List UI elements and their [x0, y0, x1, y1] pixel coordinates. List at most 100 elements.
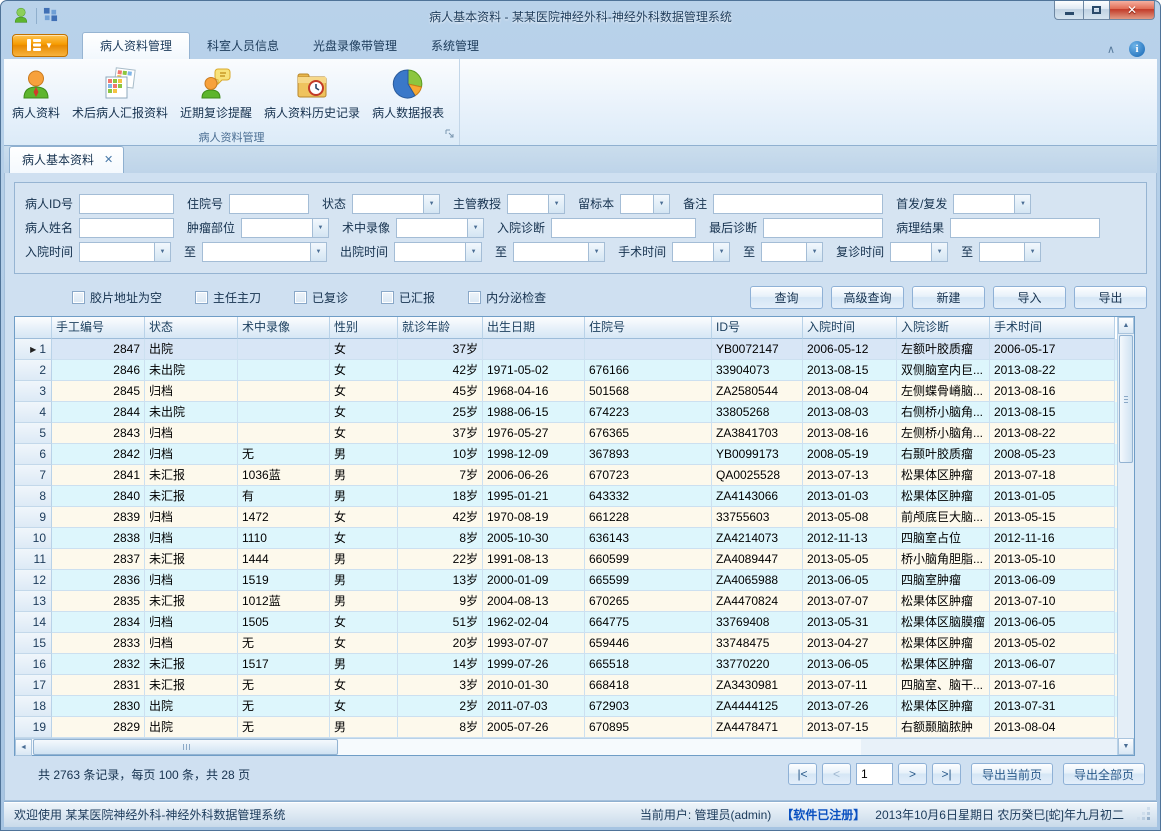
table-row[interactable]: 142834归档1505女51岁1962-02-0466477533769408…	[15, 612, 1117, 633]
column-header-indicator[interactable]	[15, 317, 52, 339]
table-row[interactable]: 22846未出院女42岁1971-05-02676166339040732013…	[15, 360, 1117, 381]
column-header-manual-no[interactable]: 手工编号	[52, 317, 145, 339]
ribbon-button-followup-reminder[interactable]: 近期复诊提醒	[174, 63, 258, 125]
chevron-down-icon[interactable]: ▼	[713, 243, 729, 261]
filter-combo-tumor-site[interactable]: ▼	[241, 218, 329, 238]
table-row[interactable]: 112837未汇报1444男22岁1991-08-13660599ZA40894…	[15, 549, 1117, 570]
column-header-sex[interactable]: 性别	[330, 317, 398, 339]
vertical-scroll-thumb[interactable]	[1119, 335, 1133, 463]
close-button[interactable]: ✕	[1110, 1, 1155, 20]
chevron-down-icon[interactable]: ▼	[423, 195, 439, 213]
table-row[interactable]: 82840未汇报有男18岁1995-01-21643332ZA414306620…	[15, 486, 1117, 507]
column-header-admission-diagnosis[interactable]: 入院诊断	[897, 317, 990, 339]
filter-combo-surgery-video[interactable]: ▼	[396, 218, 484, 238]
table-row[interactable]: 62842归档无男10岁1998-12-09367893YB0099173200…	[15, 444, 1117, 465]
checkbox-chief-surgeon[interactable]: 主任主刀	[195, 289, 261, 306]
advanced-query-button[interactable]: 高级查询	[831, 286, 904, 309]
resize-grip[interactable]	[1138, 808, 1151, 821]
row-indicator[interactable]: 11	[15, 549, 52, 570]
chevron-down-icon[interactable]: ▼	[931, 243, 947, 261]
filter-combo-followup-time-from[interactable]: ▼	[890, 242, 948, 262]
checkbox-icon[interactable]	[72, 291, 85, 304]
table-row[interactable]: 192829出院无男8岁2005-07-26670895ZA4478471201…	[15, 717, 1117, 738]
chevron-down-icon[interactable]: ▼	[548, 195, 564, 213]
filter-combo-surgery-time-to[interactable]: ▼	[761, 242, 823, 262]
filter-combo-discharge-time-to[interactable]: ▼	[513, 242, 605, 262]
horizontal-scrollbar[interactable]: ◄	[15, 739, 861, 755]
chevron-down-icon[interactable]: ▼	[465, 243, 481, 261]
filter-input-patient-id[interactable]	[79, 194, 174, 214]
checkbox-followed-up[interactable]: 已复诊	[294, 289, 348, 306]
table-row[interactable]: 182830出院无女2岁2011-07-03672903ZA4444125201…	[15, 696, 1117, 717]
checkbox-icon[interactable]	[381, 291, 394, 304]
table-row[interactable]: 72841未汇报1036蓝男7岁2006-06-26670723QA002552…	[15, 465, 1117, 486]
chevron-down-icon[interactable]: ▼	[467, 219, 483, 237]
row-indicator[interactable]: 5	[15, 423, 52, 444]
ribbon-button-patient-data[interactable]: 病人资料	[6, 63, 66, 125]
table-row[interactable]: 132835未汇报1012蓝男9岁2004-08-13670265ZA44708…	[15, 591, 1117, 612]
query-button[interactable]: 查询	[750, 286, 823, 309]
column-header-status[interactable]: 状态	[145, 317, 238, 339]
table-row[interactable]: 92839归档1472女42岁1970-08-19661228337556032…	[15, 507, 1117, 528]
filter-input-admission-diagnosis[interactable]	[551, 218, 696, 238]
filter-input-admission-number[interactable]	[229, 194, 309, 214]
export-button[interactable]: 导出	[1074, 286, 1147, 309]
table-row[interactable]: 32845归档女45岁1968-04-16501568ZA25805442013…	[15, 381, 1117, 402]
row-indicator[interactable]: 18	[15, 696, 52, 717]
row-indicator[interactable]: ▶1	[15, 339, 52, 360]
chevron-down-icon[interactable]: ▼	[154, 243, 170, 261]
minimize-button[interactable]	[1054, 1, 1083, 20]
filter-combo-specimen[interactable]: ▼	[620, 194, 670, 214]
first-page-button[interactable]: |<	[788, 763, 817, 785]
table-row[interactable]: 52843归档女37岁1976-05-27676365ZA38417032013…	[15, 423, 1117, 444]
vertical-scroll-track[interactable]	[1118, 464, 1134, 738]
row-indicator[interactable]: 6	[15, 444, 52, 465]
filter-input-remark[interactable]	[713, 194, 883, 214]
next-page-button[interactable]: >	[898, 763, 927, 785]
filter-combo-professor[interactable]: ▼	[507, 194, 565, 214]
scroll-down-icon[interactable]: ▼	[1118, 738, 1134, 755]
row-indicator[interactable]: 15	[15, 633, 52, 654]
vertical-scrollbar[interactable]: ▲ ▼	[1117, 317, 1134, 755]
column-header-age[interactable]: 就诊年龄	[398, 317, 483, 339]
ribbon-tab-system-management[interactable]: 系统管理	[414, 33, 496, 59]
ribbon-button-data-report[interactable]: 病人数据报表	[366, 63, 450, 125]
export-all-pages-button[interactable]: 导出全部页	[1063, 763, 1145, 785]
chevron-down-icon[interactable]: ▼	[312, 219, 328, 237]
filter-input-final-diagnosis[interactable]	[763, 218, 883, 238]
column-header-surgery-time[interactable]: 手术时间	[990, 317, 1115, 339]
filter-input-patient-name[interactable]	[79, 218, 174, 238]
row-indicator[interactable]: 4	[15, 402, 52, 423]
app-menu-button[interactable]: ▼	[12, 34, 68, 57]
row-indicator[interactable]: 12	[15, 570, 52, 591]
tab-close-icon[interactable]: ✕	[104, 153, 113, 166]
prev-page-button[interactable]: <	[822, 763, 851, 785]
filter-combo-discharge-time-from[interactable]: ▼	[394, 242, 482, 262]
filter-combo-status[interactable]: ▼	[352, 194, 440, 214]
chevron-down-icon[interactable]: ▼	[1014, 195, 1030, 213]
table-row[interactable]: 152833归档无女20岁1993-07-0765944633748475201…	[15, 633, 1117, 654]
row-indicator[interactable]: 3	[15, 381, 52, 402]
chevron-down-icon[interactable]: ▼	[653, 195, 669, 213]
checkbox-icon[interactable]	[195, 291, 208, 304]
column-header-admission-no[interactable]: 住院号	[585, 317, 712, 339]
ribbon-tab-department-staff-info[interactable]: 科室人员信息	[190, 33, 296, 59]
column-header-admission-time[interactable]: 入院时间	[803, 317, 897, 339]
table-row[interactable]: ▶12847出院女37岁YB00721472006-05-12左额叶胶质瘤200…	[15, 339, 1117, 360]
export-current-page-button[interactable]: 导出当前页	[971, 763, 1053, 785]
filter-combo-admission-time-from[interactable]: ▼	[79, 242, 171, 262]
chevron-down-icon[interactable]: ▼	[588, 243, 604, 261]
tab-patient-basic-info[interactable]: 病人基本资料 ✕	[9, 146, 124, 173]
chevron-down-icon[interactable]: ▼	[1024, 243, 1040, 261]
ribbon-button-postop-report[interactable]: 术后病人汇报资料	[66, 63, 174, 125]
checkbox-reported[interactable]: 已汇报	[381, 289, 435, 306]
row-indicator[interactable]: 14	[15, 612, 52, 633]
table-row[interactable]: 162832未汇报1517男14岁1999-07-266655183377022…	[15, 654, 1117, 675]
last-page-button[interactable]: >|	[932, 763, 961, 785]
column-header-birth-date[interactable]: 出生日期	[483, 317, 585, 339]
ribbon-collapse-icon[interactable]: ∧	[1107, 43, 1115, 56]
row-indicator[interactable]: 16	[15, 654, 52, 675]
horizontal-scroll-track[interactable]	[339, 739, 861, 755]
filter-combo-admission-time-to[interactable]: ▼	[202, 242, 327, 262]
table-row[interactable]: 42844未出院女25岁1988-06-15674223338052682013…	[15, 402, 1117, 423]
